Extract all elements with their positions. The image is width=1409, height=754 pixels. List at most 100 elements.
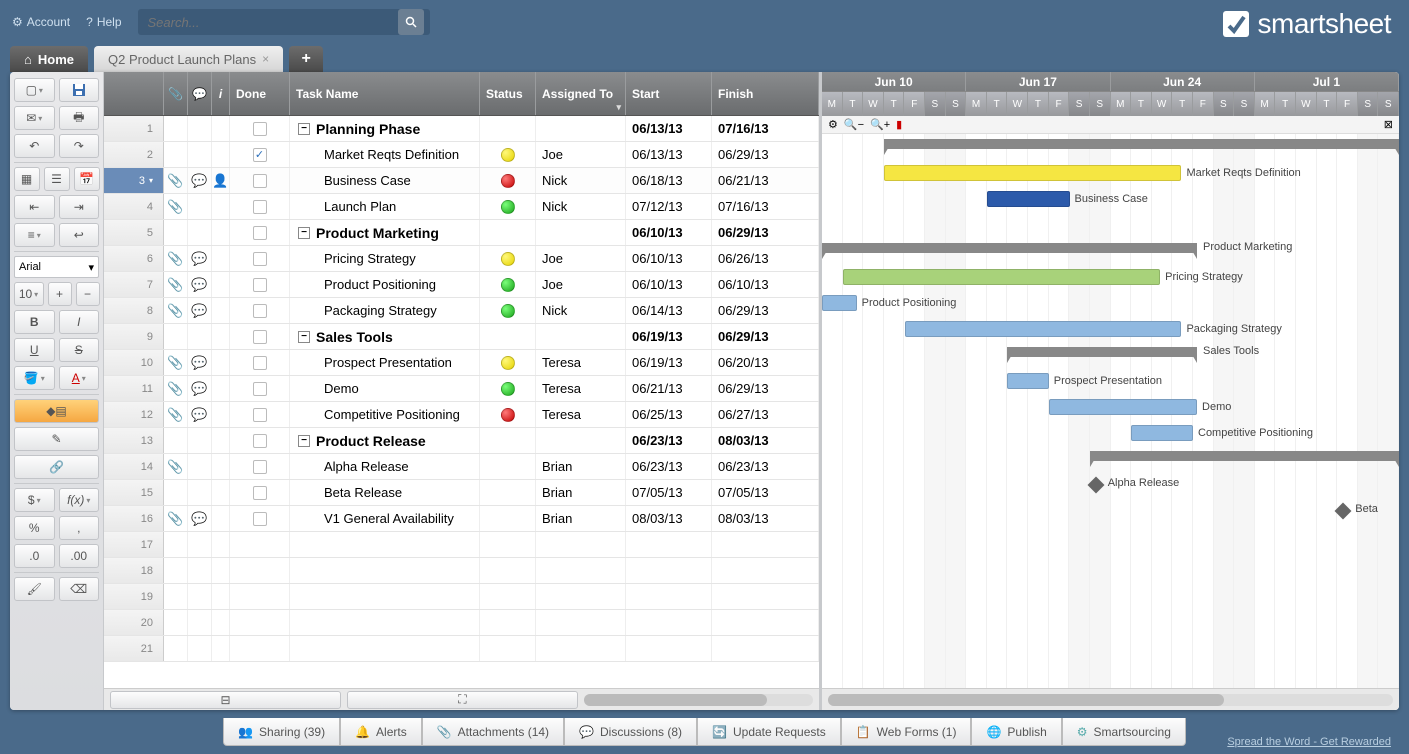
row-number[interactable]: 17 [104,532,164,557]
sheet-body[interactable]: 1−Planning Phase06/13/1307/16/132✓Market… [104,116,819,688]
row-discussion[interactable]: 💬 [188,402,212,427]
save-button[interactable] [59,78,100,102]
status-cell[interactable] [480,142,536,167]
row-attachment[interactable] [164,142,188,167]
close-tab-button[interactable]: × [262,52,269,66]
row-attachment[interactable]: 📎 [164,298,188,323]
conditional-format-button[interactable]: ◆▤ [14,399,99,423]
task-cell[interactable]: Demo [290,376,480,401]
gantt-body[interactable]: ⚙ 🔍− 🔍+ ▮ ⊠ Market Reqts DefinitionBusin… [822,116,1399,688]
week-header[interactable]: Jun 17 [966,72,1110,91]
row-discussion[interactable]: 💬 [188,246,212,271]
row-reminder[interactable] [212,116,230,141]
day-header[interactable]: F [904,92,925,116]
assigned-cell[interactable]: Brian [536,480,626,505]
task-cell[interactable]: Beta Release [290,480,480,505]
finish-cell[interactable]: 08/03/13 [712,506,819,531]
table-row[interactable]: 11📎💬DemoTeresa06/21/1306/29/13 [104,376,819,402]
table-row[interactable]: 2✓Market Reqts DefinitionJoe06/13/1306/2… [104,142,819,168]
row-attachment[interactable]: 📎 [164,272,188,297]
assigned-cell[interactable] [536,116,626,141]
zoom-in-icon[interactable]: 🔍+ [870,118,890,131]
row-number[interactable]: 15 [104,480,164,505]
row-discussion[interactable]: 💬 [188,376,212,401]
checkbox[interactable] [253,278,267,292]
row-number[interactable]: 21 [104,636,164,661]
start-cell[interactable]: 06/21/13 [626,376,712,401]
row-reminder[interactable] [212,298,230,323]
table-row[interactable]: 16📎💬V1 General AvailabilityBrian08/03/13… [104,506,819,532]
finish-cell[interactable]: 06/10/13 [712,272,819,297]
table-row[interactable]: 3▾📎💬👤Business CaseNick06/18/1306/21/13 [104,168,819,194]
spread-word-link[interactable]: Spread the Word - Get Rewarded [1227,736,1391,748]
finish-cell[interactable]: 06/20/13 [712,350,819,375]
done-cell[interactable] [230,506,290,531]
finish-cell[interactable]: 06/29/13 [712,142,819,167]
checkbox[interactable] [253,512,267,526]
zoom-out-icon[interactable]: 🔍− [844,118,864,131]
day-header[interactable]: T [1317,92,1338,116]
start-cell[interactable]: 07/05/13 [626,480,712,505]
gantt-view-button[interactable]: ☰ [44,167,70,191]
assigned-cell[interactable]: Joe [536,246,626,271]
row-number[interactable]: 20 [104,610,164,635]
row-reminder[interactable] [212,272,230,297]
done-header[interactable]: Done [230,72,290,115]
checkbox[interactable] [253,330,267,344]
day-header[interactable]: T [1028,92,1049,116]
mail-button[interactable]: ✉▾ [14,106,55,130]
checkbox[interactable] [253,200,267,214]
day-header[interactable]: W [1152,92,1173,116]
assigned-cell[interactable]: Nick [536,194,626,219]
font-decrease-button[interactable]: − [76,282,100,306]
search-input[interactable] [144,11,394,34]
start-cell[interactable]: 06/19/13 [626,350,712,375]
gantt-h-scrollbar[interactable] [828,694,1393,706]
strike-button[interactable]: S [59,338,100,362]
start-cell[interactable]: 06/19/13 [626,324,712,349]
attachments-tab[interactable]: 📎Attachments (14) [422,718,564,746]
sheet-tab[interactable]: Q2 Product Launch Plans × [94,46,283,72]
table-row-empty[interactable]: 20 [104,610,819,636]
done-cell[interactable] [230,246,290,271]
row-reminder[interactable] [212,506,230,531]
assigned-cell[interactable]: Brian [536,506,626,531]
collapse-toggle[interactable]: − [298,435,310,447]
assigned-cell[interactable]: Teresa [536,402,626,427]
row-discussion[interactable] [188,324,212,349]
row-number[interactable]: 2 [104,142,164,167]
day-header[interactable]: W [863,92,884,116]
task-cell[interactable]: Prospect Presentation [290,350,480,375]
link-button[interactable]: 🔗 [14,455,99,479]
help-link[interactable]: ? Help [86,15,121,29]
checkbox[interactable]: ✓ [253,148,267,162]
checkbox[interactable] [253,382,267,396]
start-cell[interactable]: 06/18/13 [626,168,712,193]
publish-tab[interactable]: 🌐Publish [971,718,1061,746]
collapse-all-button[interactable]: ⊟ [110,691,341,709]
align-button[interactable]: ≡▾ [14,223,55,247]
gantt-bar[interactable]: Competitive Positioning [1131,425,1193,441]
row-attachment[interactable]: 📎 [164,376,188,401]
day-header[interactable]: S [1214,92,1235,116]
checkbox[interactable] [253,252,267,266]
table-row[interactable]: 6📎💬Pricing StrategyJoe06/10/1306/26/13 [104,246,819,272]
row-reminder[interactable] [212,454,230,479]
done-cell[interactable] [230,220,290,245]
attachment-header[interactable]: 📎 [164,72,188,115]
row-reminder[interactable] [212,402,230,427]
task-cell[interactable]: Product Positioning [290,272,480,297]
row-discussion[interactable] [188,454,212,479]
row-reminder[interactable] [212,246,230,271]
task-cell[interactable]: Competitive Positioning [290,402,480,427]
day-header[interactable]: M [1111,92,1132,116]
checkbox[interactable] [253,356,267,370]
font-increase-button[interactable]: + [48,282,72,306]
task-cell[interactable]: Pricing Strategy [290,246,480,271]
discussion-header[interactable]: 💬 [188,72,212,115]
status-cell[interactable] [480,350,536,375]
row-attachment[interactable]: 📎 [164,194,188,219]
done-cell[interactable] [230,116,290,141]
assigned-cell[interactable]: Brian [536,454,626,479]
rownum-header[interactable] [104,72,164,115]
